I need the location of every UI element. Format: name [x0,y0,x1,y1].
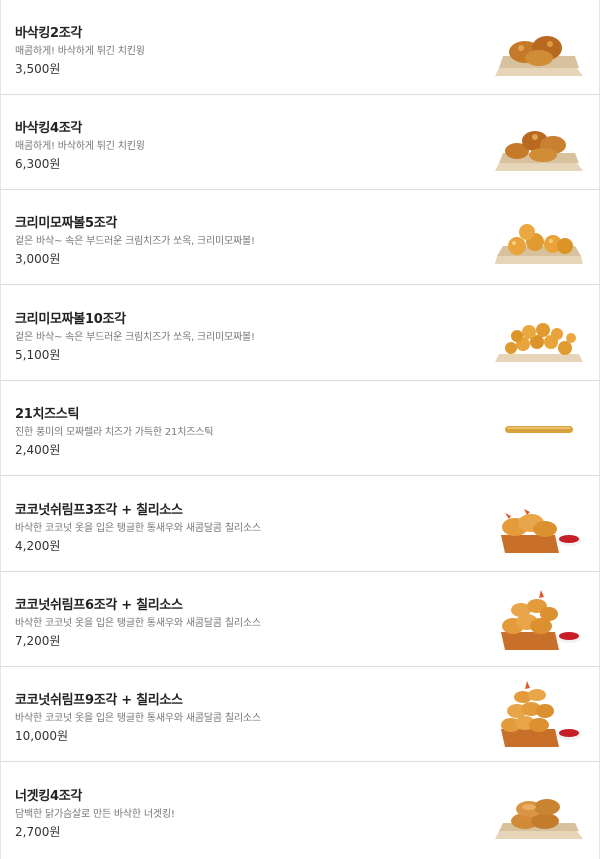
menu-item[interactable]: 바삭킹4조각 매콤하게! 바삭하게 튀긴 치킨윙 6,300원 [1,95,599,190]
mozza-balls-5-image[interactable] [495,202,583,272]
menu-item[interactable]: 21치즈스틱 진한 풍미의 모짜렐라 치즈가 가득한 21치즈스틱 2,400원 [1,381,599,476]
menu-item[interactable]: 너겟킹4조각 담백한 닭가슴살로 만든 바삭한 너겟킹! 2,700원 [1,763,599,858]
item-description: 겉은 바삭~ 속은 부드러운 크림치즈가 쏘옥, 크리미모짜볼! [15,236,255,247]
item-price: 4,200원 [15,539,61,553]
item-description: 매콤하게! 바삭하게 튀긴 치킨윙 [15,141,145,152]
item-description: 겉은 바삭~ 속은 부드러운 크림치즈가 쏘옥, 크리미모짜볼! [15,332,255,343]
item-price: 7,200원 [15,634,61,648]
menu-item[interactable]: 바삭킹2조각 매콤하게! 바삭하게 튀긴 치킨윙 3,500원 [1,0,599,95]
menu-item[interactable]: 크리미모짜볼5조각 겉은 바삭~ 속은 부드러운 크림치즈가 쏘옥, 크리미모짜… [1,190,599,285]
item-name: 코코넛쉬림프3조각 + 칠리소스 [15,503,183,518]
item-price: 10,000원 [15,729,69,743]
crispy-wings-2-image[interactable] [495,12,583,82]
item-name: 코코넛쉬림프9조각 + 칠리소스 [15,693,183,708]
item-price: 2,700원 [15,825,61,839]
item-description: 담백한 닭가슴살로 만든 바삭한 너겟킹! [15,809,175,820]
menu-item[interactable]: 크리미모짜볼10조각 겉은 바삭~ 속은 부드러운 크림치즈가 쏘옥, 크리미모… [1,286,599,381]
coconut-shrimp-6-image[interactable] [495,584,583,654]
menu-list: 바삭킹2조각 매콤하게! 바삭하게 튀긴 치킨윙 3,500원 바삭킹4조각 매… [0,0,600,859]
mozza-balls-10-image[interactable] [495,298,583,368]
cheese-stick-image[interactable] [495,393,583,463]
item-price: 5,100원 [15,348,61,362]
menu-item[interactable]: 코코넛쉬림프9조각 + 칠리소스 바삭한 코코넛 옷을 입은 탱글한 통새우와 … [1,667,599,762]
menu-item[interactable]: 코코넛쉬림프6조각 + 칠리소스 바삭한 코코넛 옷을 입은 탱글한 통새우와 … [1,572,599,667]
item-name: 크리미모짜볼10조각 [15,312,126,327]
item-name: 크리미모짜볼5조각 [15,216,118,231]
item-price: 2,400원 [15,443,61,457]
coconut-shrimp-3-image[interactable] [495,489,583,559]
menu-item[interactable]: 코코넛쉬림프3조각 + 칠리소스 바삭한 코코넛 옷을 입은 탱글한 통새우와 … [1,477,599,572]
item-price: 3,500원 [15,62,61,76]
coconut-shrimp-9-image[interactable] [495,679,583,749]
item-description: 바삭한 코코넛 옷을 입은 탱글한 통새우와 새콤달콤 칠리소스 [15,523,261,534]
item-name: 21치즈스틱 [15,407,80,422]
item-name: 코코넛쉬림프6조각 + 칠리소스 [15,598,183,613]
item-price: 3,000원 [15,252,61,266]
item-description: 바삭한 코코넛 옷을 입은 탱글한 통새우와 새콤달콤 칠리소스 [15,618,261,629]
crispy-wings-4-image[interactable] [495,107,583,177]
item-name: 바삭킹4조각 [15,121,83,136]
item-description: 매콤하게! 바삭하게 튀긴 치킨윙 [15,46,145,57]
item-description: 진한 풍미의 모짜렐라 치즈가 가득한 21치즈스틱 [15,427,214,438]
item-description: 바삭한 코코넛 옷을 입은 탱글한 통새우와 새콤달콤 칠리소스 [15,713,261,724]
nugget-king-4-image[interactable] [495,775,583,845]
item-name: 너겟킹4조각 [15,789,83,804]
item-price: 6,300원 [15,157,61,171]
item-name: 바삭킹2조각 [15,26,83,41]
